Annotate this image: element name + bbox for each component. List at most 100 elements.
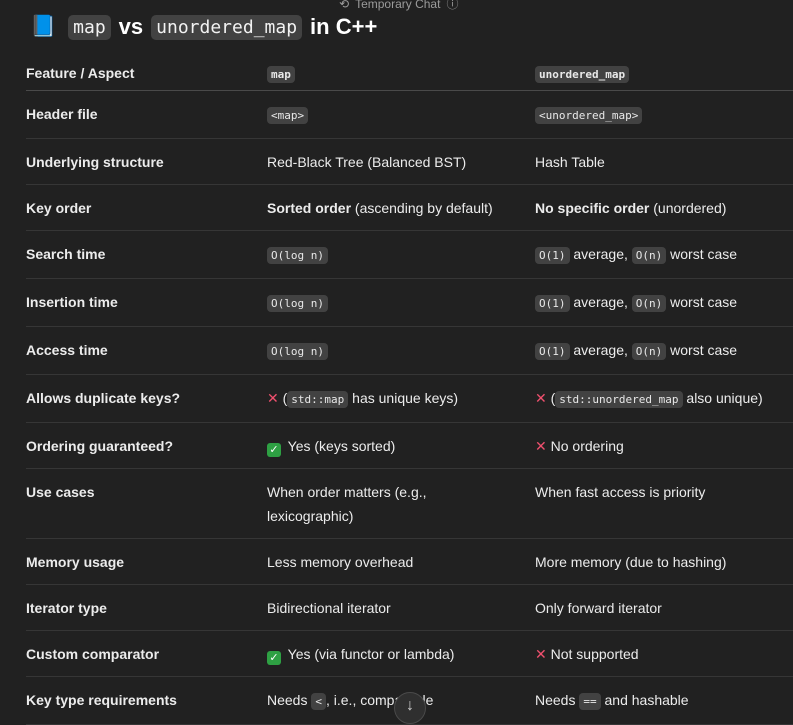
umap-req-code: == [579,693,601,710]
header-unordered-map-code: unordered_map [535,66,630,83]
table-row: Access time O(log n) O(1) average, O(n) … [26,326,793,375]
book-icon: 📘 [30,15,57,38]
feature-cell: Header file [26,90,267,139]
scroll-down-button[interactable]: ↓ [394,692,426,724]
unordered-map-cell: O(1) average, O(n) worst case [535,326,793,375]
map-complexity-code: O(log n) [267,295,328,312]
map-cell: <map> [267,90,535,139]
map-req-pre: Needs [267,692,312,708]
map-cell: ✓ Yes (keys sorted) [267,422,535,469]
unordered-map-cell: <unordered_map> [535,90,793,139]
table-row: Use cases When order matters (e.g., lexi… [26,468,793,539]
comparison-table: Feature / Aspect map unordered_map Heade… [26,56,793,725]
map-cell: Red-Black Tree (Balanced BST) [267,138,535,185]
header-unordered-map: unordered_map [535,56,793,91]
map-dup-pre: ( [278,390,288,406]
unordered-map-cell: Only forward iterator [535,584,793,631]
umap-dup-rest: also unique) [682,390,763,406]
map-comparator-text: Yes (via functor or lambda) [287,646,455,662]
cross-icon: ✕ [535,646,547,662]
feature-cell: Insertion time [26,278,267,327]
header-map: map [267,56,535,91]
check-icon: ✓ [267,651,281,665]
map-dup-rest: has unique keys) [348,390,459,406]
table-row: Key order Sorted order (ascending by def… [26,184,793,231]
table-header-row: Feature / Aspect map unordered_map [26,56,793,91]
map-complexity-code: O(log n) [267,343,328,360]
umap-avg-code: O(1) [535,295,570,312]
cross-icon: ✕ [535,438,547,454]
unordered-map-cell: ✕ Not supported [535,630,793,677]
feature-cell: Use cases [26,468,267,539]
unordered-map-cell: No specific order (unordered) [535,184,793,231]
title-unordered-map-code: unordered_map [151,14,303,40]
feature-cell: Search time [26,230,267,279]
map-cell: O(log n) [267,230,535,279]
map-header-code: <map> [267,107,309,124]
map-cell: Sorted order (ascending by default) [267,184,535,231]
umap-rest-text: worst case [666,246,738,262]
map-cell: ✓ Yes (via functor or lambda) [267,630,535,677]
table-row: Custom comparator ✓ Yes (via functor or … [26,630,793,677]
umap-dup-code: std::unordered_map [555,391,683,408]
title-suffix: in C++ [310,14,378,39]
title-map-code: map [68,14,111,40]
title-vs: vs [118,14,144,39]
temporary-chat-icon: ⟲ [339,0,350,11]
table-row: Header file <map> <unordered_map> [26,90,793,139]
feature-cell: Access time [26,326,267,375]
umap-mid-text: average, [569,342,632,358]
temporary-chat-label[interactable]: ⟲ Temporary Chat ⓘ [339,0,458,12]
info-icon[interactable]: ⓘ [446,0,458,12]
feature-cell: Key order [26,184,267,231]
umap-mid-text: average, [569,294,632,310]
map-cell: Bidirectional iterator [267,584,535,631]
umap-req-rest: and hashable [600,692,689,708]
map-cell: O(log n) [267,278,535,327]
feature-cell: Key type requirements [26,676,267,725]
map-cell: Less memory overhead [267,538,535,585]
umap-rest-text: worst case [666,294,738,310]
feature-cell: Underlying structure [26,138,267,185]
unordered-map-cell: More memory (due to hashing) [535,538,793,585]
unordered-map-header-code: <unordered_map> [535,107,643,124]
feature-cell: Ordering guaranteed? [26,422,267,469]
feature-cell: Memory usage [26,538,267,585]
map-cell: When order matters (e.g., lexicographic) [267,468,535,539]
map-ordering-text: Yes (keys sorted) [287,438,396,454]
umap-req-pre: Needs [535,692,580,708]
unordered-map-cell: O(1) average, O(n) worst case [535,230,793,279]
unordered-map-cell: Needs == and hashable [535,676,793,725]
header-map-code: map [267,66,295,83]
map-cell: O(log n) [267,326,535,375]
table-row: Ordering guaranteed? ✓ Yes (keys sorted)… [26,422,793,469]
table-row: Underlying structure Red-Black Tree (Bal… [26,138,793,185]
table-row: Memory usage Less memory overhead More m… [26,538,793,585]
table-row: Search time O(log n) O(1) average, O(n) … [26,230,793,279]
unordered-map-cell: ✕ (std::unordered_map also unique) [535,374,793,423]
table-row: Insertion time O(log n) O(1) average, O(… [26,278,793,327]
umap-avg-code: O(1) [535,343,570,360]
cross-icon: ✕ [535,390,547,406]
map-cell: ✕ (std::map has unique keys) [267,374,535,423]
feature-cell: Iterator type [26,584,267,631]
unordered-map-cell: ✕ No ordering [535,422,793,469]
feature-cell: Custom comparator [26,630,267,677]
map-key-order-rest: (ascending by default) [351,200,493,216]
umap-key-order-rest: (unordered) [649,200,727,216]
arrow-down-icon: ↓ [406,697,414,714]
unordered-map-cell: Hash Table [535,138,793,185]
umap-worst-code: O(n) [631,343,667,360]
map-req-code: < [311,693,326,710]
umap-worst-code: O(n) [631,247,667,264]
umap-worst-code: O(n) [631,295,667,312]
check-icon: ✓ [267,443,281,457]
umap-dup-pre: ( [546,390,556,406]
umap-rest-text: worst case [666,342,738,358]
cross-icon: ✕ [267,390,279,406]
temporary-chat-text: Temporary Chat [355,0,441,11]
unordered-map-cell: When fast access is priority [535,468,793,539]
table-row: Allows duplicate keys? ✕ (std::map has u… [26,374,793,423]
umap-mid-text: average, [569,246,632,262]
unordered-map-cell: O(1) average, O(n) worst case [535,278,793,327]
